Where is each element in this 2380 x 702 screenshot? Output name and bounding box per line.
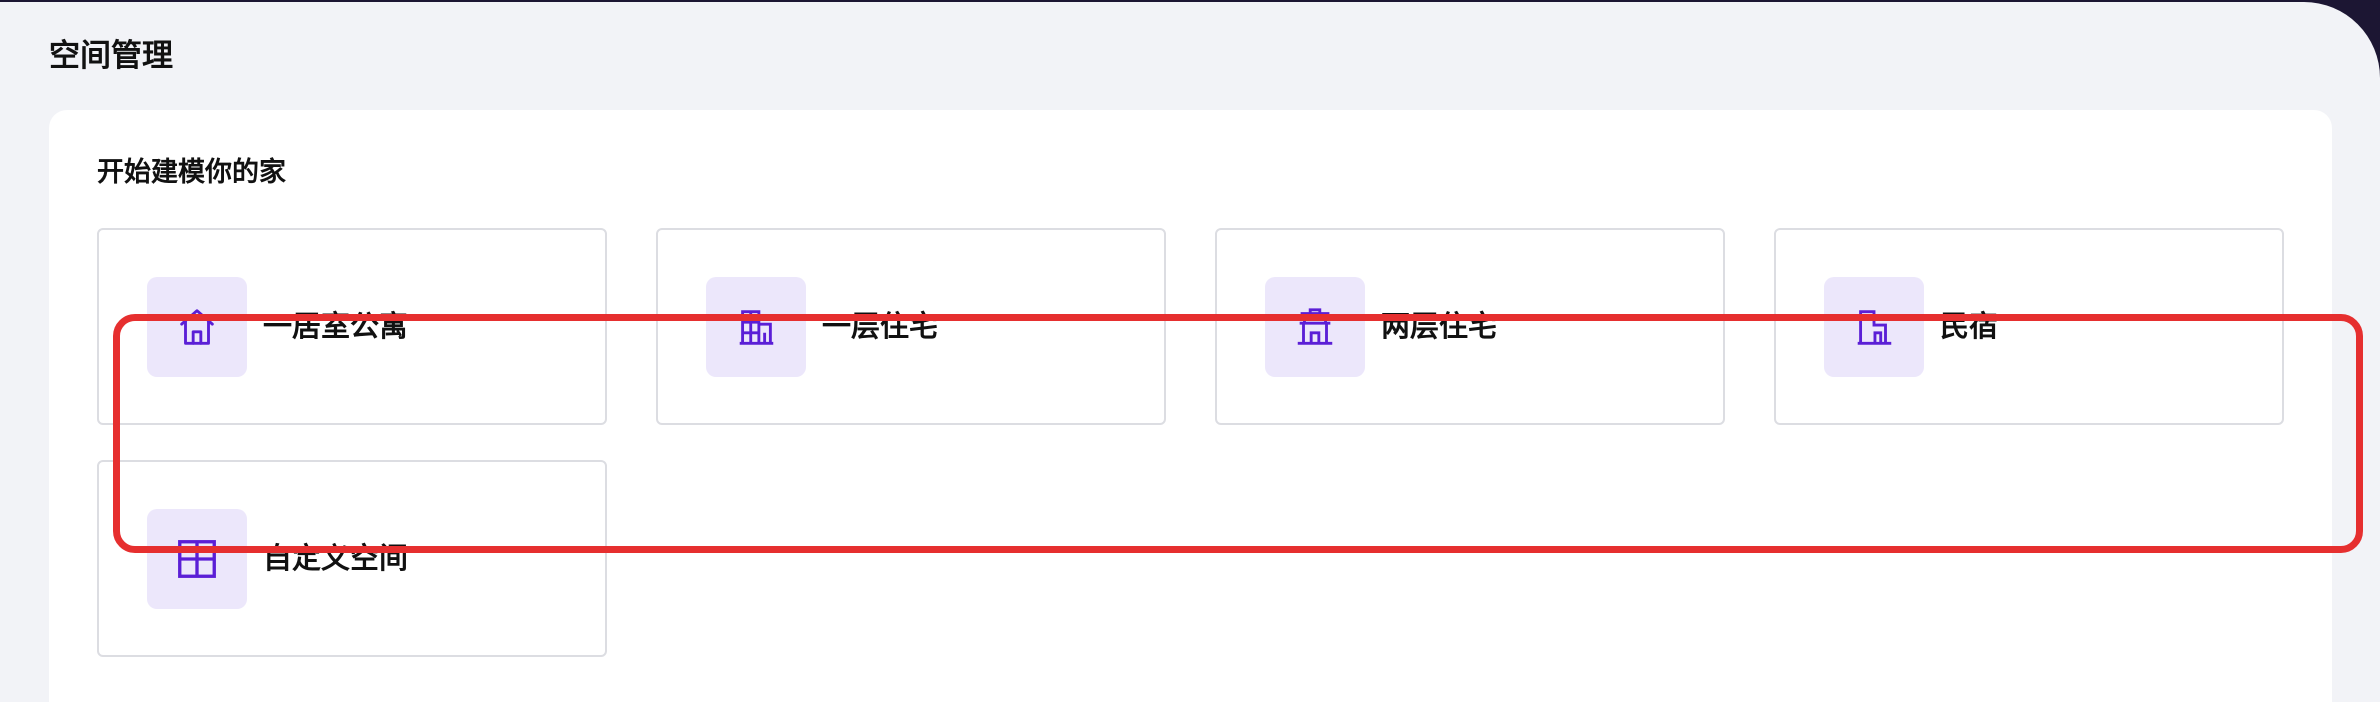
building-icon — [706, 277, 806, 377]
template-label: 自定义空间 — [263, 541, 409, 575]
template-card-guesthouse[interactable]: 民宿 — [1774, 228, 2284, 425]
template-label: 一层住宅 — [822, 309, 939, 343]
guesthouse-icon — [1824, 277, 1924, 377]
section-title: 开始建模你的家 — [97, 157, 286, 188]
template-card-one-story-house[interactable]: 一层住宅 — [656, 228, 1166, 425]
two-story-house-icon — [1265, 277, 1365, 377]
template-label: 民宿 — [1940, 309, 1999, 343]
template-card-custom-space[interactable]: 自定义空间 — [97, 460, 607, 657]
grid-icon — [147, 509, 247, 609]
template-label: 两层住宅 — [1381, 309, 1498, 343]
template-card-one-bedroom-apartment[interactable]: 一居室公寓 — [97, 228, 607, 425]
template-label: 一居室公寓 — [263, 309, 409, 343]
page-title: 空间管理 — [49, 38, 173, 74]
template-card-two-story-house[interactable]: 两层住宅 — [1215, 228, 1725, 425]
house-icon — [147, 277, 247, 377]
app-window: 空间管理 开始建模你的家 一居室公寓 一层住宅 两层住宅 民宿 自定义空间 — [0, 2, 2380, 702]
content-panel: 开始建模你的家 一居室公寓 一层住宅 两层住宅 民宿 自定义空间 — [49, 110, 2363, 702]
